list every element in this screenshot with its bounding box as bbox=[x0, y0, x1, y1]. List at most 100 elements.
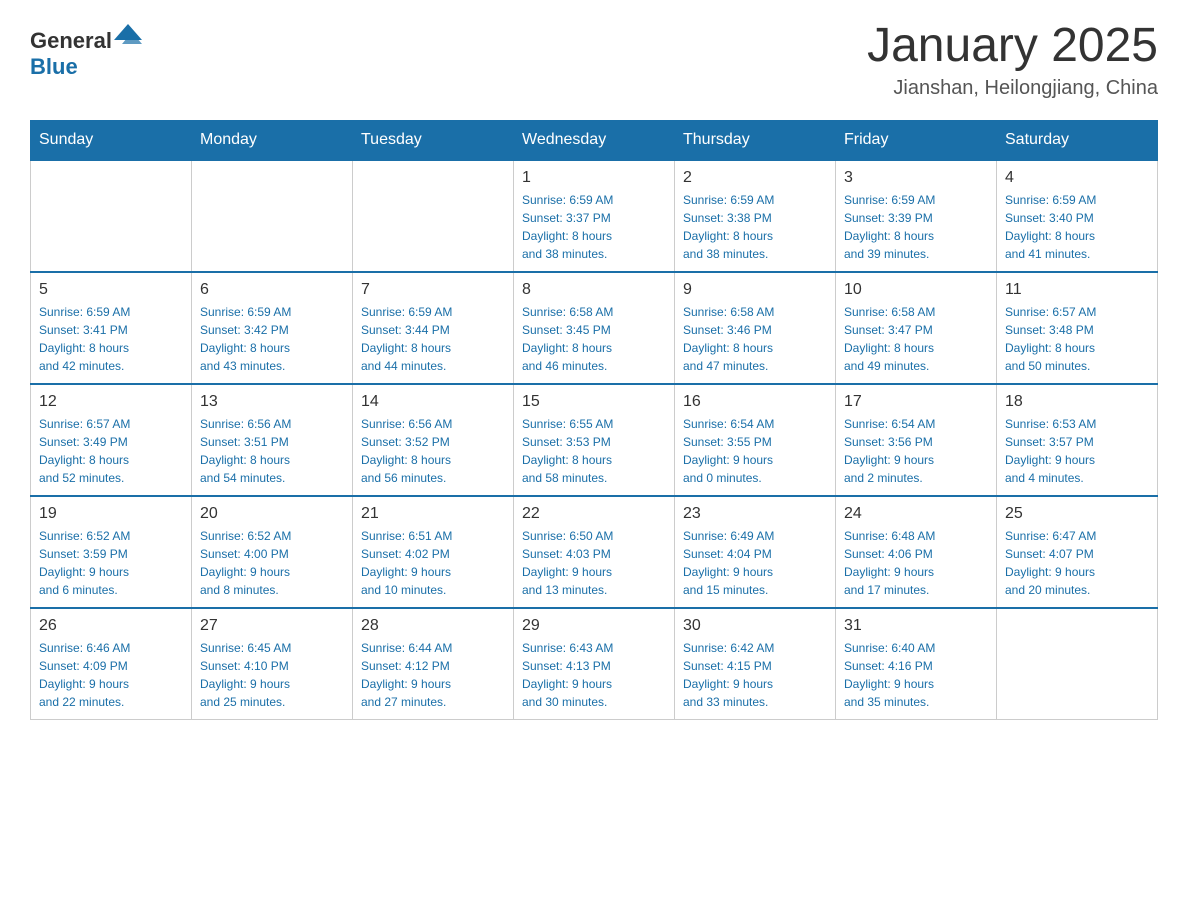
column-header-friday: Friday bbox=[836, 120, 997, 160]
week-row-1: 1Sunrise: 6:59 AM Sunset: 3:37 PM Daylig… bbox=[31, 160, 1158, 272]
calendar-title: January 2025 bbox=[867, 20, 1158, 73]
calendar-cell: 19 Sunrise: 6:52 AM Sunset: 3:59 PM Dayli… bbox=[31, 496, 192, 608]
day-number: 31 bbox=[844, 617, 988, 635]
calendar-cell: 28 Sunrise: 6:44 AM Sunset: 4:12 PM Dayli… bbox=[353, 608, 514, 720]
calendar-cell: 31Sunrise: 6:40 AM Sunset: 4:16 PM Dayli… bbox=[836, 608, 997, 720]
calendar-cell: 26 Sunrise: 6:46 AM Sunset: 4:09 PM Dayli… bbox=[31, 608, 192, 720]
week-row-4: 19 Sunrise: 6:52 AM Sunset: 3:59 PM Dayli… bbox=[31, 496, 1158, 608]
week-row-5: 26 Sunrise: 6:46 AM Sunset: 4:09 PM Dayli… bbox=[31, 608, 1158, 720]
day-info: Sunrise: 6:51 AM Sunset: 4:02 PM Dayligh… bbox=[361, 527, 505, 599]
day-number: 29 bbox=[522, 617, 666, 635]
day-number: 11 bbox=[1005, 281, 1149, 299]
calendar-cell: 15Sunrise: 6:55 AM Sunset: 3:53 PM Dayli… bbox=[514, 384, 675, 496]
day-number: 13 bbox=[200, 393, 344, 411]
day-info: Sunrise: 6:46 AM Sunset: 4:09 PM Dayligh… bbox=[39, 639, 183, 711]
day-info: Sunrise: 6:47 AM Sunset: 4:07 PM Dayligh… bbox=[1005, 527, 1149, 599]
day-info: Sunrise: 6:54 AM Sunset: 3:55 PM Dayligh… bbox=[683, 415, 827, 487]
calendar-cell bbox=[353, 160, 514, 272]
day-info: Sunrise: 6:52 AM Sunset: 3:59 PM Dayligh… bbox=[39, 527, 183, 599]
day-info: Sunrise: 6:44 AM Sunset: 4:12 PM Dayligh… bbox=[361, 639, 505, 711]
calendar-cell: 23 Sunrise: 6:49 AM Sunset: 4:04 PM Dayli… bbox=[675, 496, 836, 608]
day-number: 9 bbox=[683, 281, 827, 299]
logo-icon bbox=[114, 20, 142, 48]
day-number: 27 bbox=[200, 617, 344, 635]
day-info: Sunrise: 6:59 AM Sunset: 3:39 PM Dayligh… bbox=[844, 191, 988, 263]
calendar-cell: 11 Sunrise: 6:57 AM Sunset: 3:48 PM Dayli… bbox=[997, 272, 1158, 384]
calendar-header-row: SundayMondayTuesdayWednesdayThursdayFrid… bbox=[31, 120, 1158, 160]
day-number: 17 bbox=[844, 393, 988, 411]
calendar-cell: 6 Sunrise: 6:59 AM Sunset: 3:42 PM Daylig… bbox=[192, 272, 353, 384]
day-number: 7 bbox=[361, 281, 505, 299]
calendar-cell: 20 Sunrise: 6:52 AM Sunset: 4:00 PM Dayli… bbox=[192, 496, 353, 608]
logo-general-text: General bbox=[30, 28, 112, 53]
calendar-cell bbox=[31, 160, 192, 272]
calendar-cell bbox=[997, 608, 1158, 720]
calendar-cell: 5 Sunrise: 6:59 AM Sunset: 3:41 PM Daylig… bbox=[31, 272, 192, 384]
day-info: Sunrise: 6:43 AM Sunset: 4:13 PM Dayligh… bbox=[522, 639, 666, 711]
day-info: Sunrise: 6:49 AM Sunset: 4:04 PM Dayligh… bbox=[683, 527, 827, 599]
day-info: Sunrise: 6:59 AM Sunset: 3:42 PM Dayligh… bbox=[200, 303, 344, 375]
column-header-tuesday: Tuesday bbox=[353, 120, 514, 160]
calendar-cell: 4 Sunrise: 6:59 AM Sunset: 3:40 PM Daylig… bbox=[997, 160, 1158, 272]
day-info: Sunrise: 6:56 AM Sunset: 3:51 PM Dayligh… bbox=[200, 415, 344, 487]
day-number: 28 bbox=[361, 617, 505, 635]
week-row-3: 12Sunrise: 6:57 AM Sunset: 3:49 PM Dayli… bbox=[31, 384, 1158, 496]
day-number: 2 bbox=[683, 169, 827, 187]
day-number: 1 bbox=[522, 169, 666, 187]
calendar-cell: 25 Sunrise: 6:47 AM Sunset: 4:07 PM Dayli… bbox=[997, 496, 1158, 608]
column-header-wednesday: Wednesday bbox=[514, 120, 675, 160]
day-number: 21 bbox=[361, 505, 505, 523]
day-number: 6 bbox=[200, 281, 344, 299]
day-info: Sunrise: 6:52 AM Sunset: 4:00 PM Dayligh… bbox=[200, 527, 344, 599]
calendar-cell: 27Sunrise: 6:45 AM Sunset: 4:10 PM Dayli… bbox=[192, 608, 353, 720]
calendar-table: SundayMondayTuesdayWednesdayThursdayFrid… bbox=[30, 120, 1158, 720]
day-info: Sunrise: 6:54 AM Sunset: 3:56 PM Dayligh… bbox=[844, 415, 988, 487]
calendar-cell: 18Sunrise: 6:53 AM Sunset: 3:57 PM Dayli… bbox=[997, 384, 1158, 496]
calendar-cell: 12Sunrise: 6:57 AM Sunset: 3:49 PM Dayli… bbox=[31, 384, 192, 496]
day-number: 26 bbox=[39, 617, 183, 635]
day-number: 19 bbox=[39, 505, 183, 523]
day-info: Sunrise: 6:48 AM Sunset: 4:06 PM Dayligh… bbox=[844, 527, 988, 599]
day-info: Sunrise: 6:58 AM Sunset: 3:46 PM Dayligh… bbox=[683, 303, 827, 375]
day-info: Sunrise: 6:59 AM Sunset: 3:44 PM Dayligh… bbox=[361, 303, 505, 375]
day-number: 24 bbox=[844, 505, 988, 523]
calendar-cell: 8Sunrise: 6:58 AM Sunset: 3:45 PM Daylig… bbox=[514, 272, 675, 384]
calendar-cell: 16 Sunrise: 6:54 AM Sunset: 3:55 PM Dayli… bbox=[675, 384, 836, 496]
day-number: 30 bbox=[683, 617, 827, 635]
day-number: 4 bbox=[1005, 169, 1149, 187]
day-number: 25 bbox=[1005, 505, 1149, 523]
calendar-cell: 22Sunrise: 6:50 AM Sunset: 4:03 PM Dayli… bbox=[514, 496, 675, 608]
calendar-cell: 24 Sunrise: 6:48 AM Sunset: 4:06 PM Dayli… bbox=[836, 496, 997, 608]
calendar-cell: 10Sunrise: 6:58 AM Sunset: 3:47 PM Dayli… bbox=[836, 272, 997, 384]
day-info: Sunrise: 6:57 AM Sunset: 3:48 PM Dayligh… bbox=[1005, 303, 1149, 375]
day-info: Sunrise: 6:57 AM Sunset: 3:49 PM Dayligh… bbox=[39, 415, 183, 487]
day-number: 20 bbox=[200, 505, 344, 523]
day-info: Sunrise: 6:59 AM Sunset: 3:40 PM Dayligh… bbox=[1005, 191, 1149, 263]
page-header: General Blue January 2025 Jianshan, Heil… bbox=[30, 20, 1158, 100]
day-number: 15 bbox=[522, 393, 666, 411]
day-number: 18 bbox=[1005, 393, 1149, 411]
column-header-thursday: Thursday bbox=[675, 120, 836, 160]
day-info: Sunrise: 6:59 AM Sunset: 3:41 PM Dayligh… bbox=[39, 303, 183, 375]
day-number: 14 bbox=[361, 393, 505, 411]
column-header-monday: Monday bbox=[192, 120, 353, 160]
calendar-cell: 29 Sunrise: 6:43 AM Sunset: 4:13 PM Dayli… bbox=[514, 608, 675, 720]
title-section: January 2025 Jianshan, Heilongjiang, Chi… bbox=[867, 20, 1158, 100]
day-number: 23 bbox=[683, 505, 827, 523]
day-number: 10 bbox=[844, 281, 988, 299]
day-info: Sunrise: 6:56 AM Sunset: 3:52 PM Dayligh… bbox=[361, 415, 505, 487]
column-header-saturday: Saturday bbox=[997, 120, 1158, 160]
calendar-cell bbox=[192, 160, 353, 272]
day-number: 5 bbox=[39, 281, 183, 299]
logo: General Blue bbox=[30, 20, 142, 80]
day-info: Sunrise: 6:50 AM Sunset: 4:03 PM Dayligh… bbox=[522, 527, 666, 599]
calendar-cell: 21 Sunrise: 6:51 AM Sunset: 4:02 PM Dayli… bbox=[353, 496, 514, 608]
calendar-cell: 30Sunrise: 6:42 AM Sunset: 4:15 PM Dayli… bbox=[675, 608, 836, 720]
day-number: 16 bbox=[683, 393, 827, 411]
day-number: 8 bbox=[522, 281, 666, 299]
logo-blue-text: Blue bbox=[30, 54, 78, 79]
calendar-cell: 2Sunrise: 6:59 AM Sunset: 3:38 PM Daylig… bbox=[675, 160, 836, 272]
calendar-cell: 13 Sunrise: 6:56 AM Sunset: 3:51 PM Dayli… bbox=[192, 384, 353, 496]
calendar-cell: 9 Sunrise: 6:58 AM Sunset: 3:46 PM Daylig… bbox=[675, 272, 836, 384]
calendar-cell: 1Sunrise: 6:59 AM Sunset: 3:37 PM Daylig… bbox=[514, 160, 675, 272]
